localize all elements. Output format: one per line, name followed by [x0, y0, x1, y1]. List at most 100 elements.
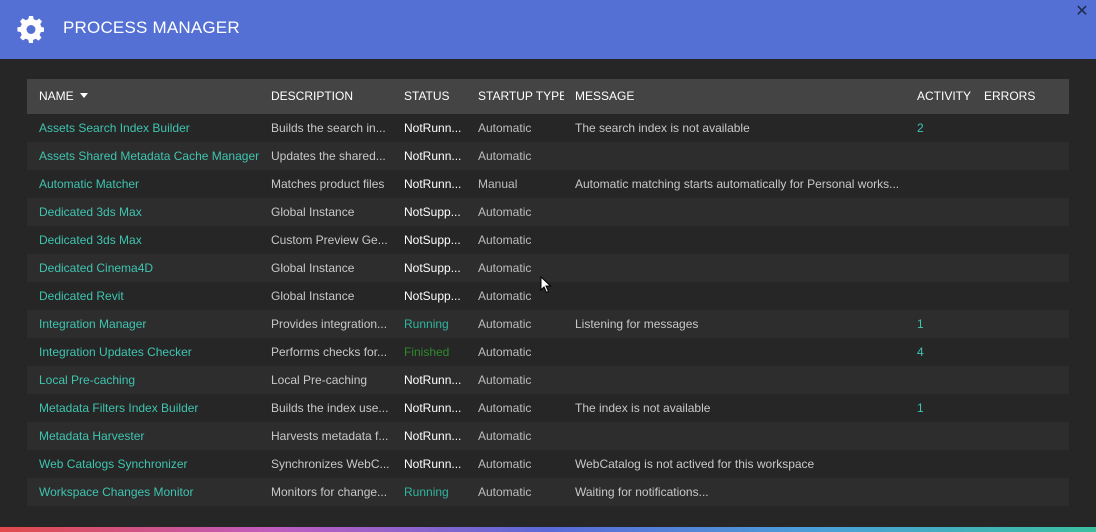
process-message	[575, 198, 905, 226]
process-status: NotRunn...	[404, 177, 462, 191]
process-errors	[984, 366, 1044, 394]
column-header-message[interactable]: MESSAGE	[575, 79, 634, 114]
process-startup-type: Automatic	[478, 233, 532, 247]
process-description: Harvests metadata f...	[271, 429, 389, 443]
process-description: Performs checks for...	[271, 345, 388, 359]
process-description: Updates the shared...	[271, 149, 386, 163]
process-status: NotRunn...	[404, 149, 462, 163]
process-activity[interactable]	[917, 450, 977, 478]
process-message: The search index is not available	[575, 121, 750, 135]
process-startup-type: Automatic	[478, 373, 532, 387]
process-name-link[interactable]: Web Catalogs Synchronizer	[39, 450, 267, 478]
table-row[interactable]: Automatic Matcher Matches product files No…	[27, 170, 1069, 198]
column-header-description[interactable]: DESCRIPTION	[271, 79, 353, 114]
process-name-link[interactable]: Local Pre-caching	[39, 366, 267, 394]
process-errors	[984, 142, 1044, 170]
process-errors	[984, 170, 1044, 198]
process-description: Builds the index use...	[271, 401, 389, 415]
process-message	[575, 422, 905, 450]
close-icon[interactable]: ✕	[1074, 3, 1090, 21]
process-startup-type: Automatic	[478, 121, 532, 135]
gear-icon	[17, 16, 44, 43]
process-activity[interactable]	[917, 170, 977, 198]
process-activity[interactable]: 4	[917, 338, 977, 366]
table-row[interactable]: Integration Manager Provides integration.…	[27, 310, 1069, 338]
bottom-accent-bar	[0, 527, 1096, 532]
process-description: Global Instance	[271, 205, 355, 219]
process-status: Finished	[404, 345, 450, 359]
process-startup-type: Automatic	[478, 289, 532, 303]
column-header-status[interactable]: STATUS	[404, 79, 450, 114]
process-startup-type: Manual	[478, 177, 518, 191]
process-activity[interactable]	[917, 478, 977, 506]
mouse-cursor-icon	[540, 276, 552, 294]
table-row[interactable]: Assets Search Index Builder Builds the se…	[27, 114, 1069, 142]
process-description: Matches product files	[271, 177, 385, 191]
process-name-link[interactable]: Dedicated Cinema4D	[39, 254, 267, 282]
table-row[interactable]: Metadata Harvester Harvests metadata f...…	[27, 422, 1069, 450]
table-row[interactable]: Dedicated 3ds Max Custom Preview Ge... Not…	[27, 226, 1069, 254]
process-errors	[984, 450, 1044, 478]
table-row[interactable]: Web Catalogs Synchronizer Synchronizes We…	[27, 450, 1069, 478]
process-activity[interactable]	[917, 422, 977, 450]
process-activity[interactable]	[917, 254, 977, 282]
process-description: Global Instance	[271, 261, 355, 275]
process-activity[interactable]	[917, 366, 977, 394]
process-errors	[984, 478, 1044, 506]
table-row[interactable]: Assets Shared Metadata Cache Manager Upda…	[27, 142, 1069, 170]
process-errors	[984, 422, 1044, 450]
sort-down-icon	[79, 93, 88, 99]
process-name-link[interactable]: Dedicated Revit	[39, 282, 267, 310]
process-message	[575, 254, 905, 282]
column-name-label: NAME	[39, 89, 74, 103]
process-message	[575, 142, 905, 170]
process-name-link[interactable]: Metadata Filters Index Builder	[39, 394, 267, 422]
column-header-name[interactable]: NAME	[39, 79, 88, 114]
process-startup-type: Automatic	[478, 457, 532, 471]
process-description: Local Pre-caching	[271, 373, 368, 387]
process-name-link[interactable]: Metadata Harvester	[39, 422, 267, 450]
process-activity[interactable]: 1	[917, 310, 977, 338]
process-name-link[interactable]: Integration Updates Checker	[39, 338, 267, 366]
process-status: NotRunn...	[404, 373, 462, 387]
process-activity[interactable]: 2	[917, 114, 977, 142]
process-description: Builds the search in...	[271, 121, 386, 135]
table-row[interactable]: Dedicated 3ds Max Global Instance NotSupp.…	[27, 198, 1069, 226]
process-name-link[interactable]: Automatic Matcher	[39, 170, 267, 198]
process-activity[interactable]: 1	[917, 394, 977, 422]
process-message	[575, 366, 905, 394]
process-errors	[984, 310, 1044, 338]
column-header-activity[interactable]: ACTIVITY	[917, 79, 971, 114]
process-activity[interactable]	[917, 226, 977, 254]
process-name-link[interactable]: Dedicated 3ds Max	[39, 226, 267, 254]
process-name-link[interactable]: Assets Shared Metadata Cache Manager	[39, 142, 267, 170]
process-message: Listening for messages	[575, 317, 699, 331]
table-row[interactable]: Local Pre-caching Local Pre-caching NotRun…	[27, 366, 1069, 394]
process-status: NotRunn...	[404, 401, 462, 415]
process-errors	[984, 114, 1044, 142]
process-errors	[984, 394, 1044, 422]
process-status: NotRunn...	[404, 121, 462, 135]
process-activity[interactable]	[917, 282, 977, 310]
process-startup-type: Automatic	[478, 345, 532, 359]
process-startup-type: Automatic	[478, 261, 532, 275]
process-message: WebCatalog is not actived for this works…	[575, 457, 815, 471]
process-activity[interactable]	[917, 142, 977, 170]
process-status: NotSupp...	[404, 261, 461, 275]
table-row[interactable]: Metadata Filters Index Builder Builds the…	[27, 394, 1069, 422]
title-bar: PROCESS MANAGER	[0, 0, 1096, 59]
column-header-errors[interactable]: ERRORS	[984, 79, 1035, 114]
column-header-startup-type[interactable]: STARTUP TYPE	[478, 79, 564, 114]
table-row[interactable]: Workspace Changes Monitor Monitors for ch…	[27, 478, 1069, 506]
process-name-link[interactable]: Workspace Changes Monitor	[39, 478, 267, 506]
process-status: NotSupp...	[404, 289, 461, 303]
process-name-link[interactable]: Assets Search Index Builder	[39, 114, 267, 142]
process-status: NotRunn...	[404, 429, 462, 443]
table-row[interactable]: Integration Updates Checker Performs chec…	[27, 338, 1069, 366]
process-description: Global Instance	[271, 289, 355, 303]
process-errors	[984, 198, 1044, 226]
process-message	[575, 282, 905, 310]
process-activity[interactable]	[917, 198, 977, 226]
process-name-link[interactable]: Integration Manager	[39, 310, 267, 338]
process-name-link[interactable]: Dedicated 3ds Max	[39, 198, 267, 226]
